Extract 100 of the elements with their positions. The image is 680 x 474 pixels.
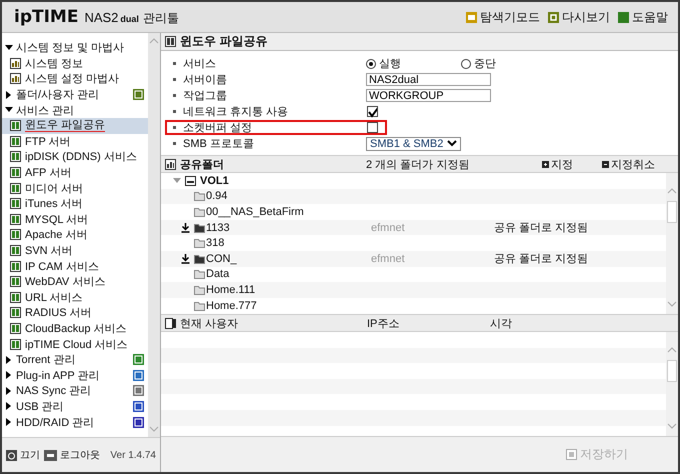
grid-icon [10, 260, 21, 272]
radio-button[interactable] [461, 58, 471, 68]
tree-row[interactable]: VOL1 [161, 173, 666, 189]
header-link[interactable]: 다시보기 [548, 8, 610, 26]
scrollbar[interactable] [148, 33, 160, 437]
scroll-thumb[interactable] [667, 201, 677, 223]
text-field[interactable]: NAS2dual [366, 73, 491, 86]
radio-option[interactable]: 중단 [461, 56, 556, 71]
plus-icon [542, 160, 549, 168]
tree-row[interactable]: Home.111 [161, 282, 666, 298]
grid-icon [10, 276, 21, 288]
grid-icon [10, 151, 21, 162]
tree-row[interactable]: 00__NAS_BetaFirm [161, 204, 666, 220]
sidebar-item[interactable]: FTP 서버 [2, 134, 148, 150]
grid-icon [10, 229, 21, 240]
setting-label: 서버이름 [183, 73, 228, 87]
sidebar-group[interactable]: 서비스 관리 [2, 102, 148, 118]
scrollbar[interactable] [666, 173, 678, 314]
refresh-icon [548, 12, 559, 22]
chart-icon [165, 158, 176, 170]
sidebar-item[interactable]: 윈도우 파일공유 [2, 118, 148, 134]
column-header: 시각 [490, 316, 512, 330]
grid-icon [10, 167, 21, 178]
scroll-up-icon [667, 187, 677, 195]
scroll-thumb[interactable] [667, 360, 677, 382]
sidebar-item[interactable]: URL 서비스 [2, 290, 148, 306]
sidebar-item[interactable]: 미디어 서버 [2, 180, 148, 196]
tree-row[interactable]: Home.777 [161, 298, 666, 314]
setting-label: 작업그룹 [183, 89, 228, 103]
column-header: 현재 사용자 [180, 316, 240, 330]
sidebar-item[interactable]: iTunes 서버 [2, 196, 148, 212]
sidebar-group[interactable]: 시스템 정보 및 마법사 [2, 40, 148, 56]
dropdown[interactable]: SMB1 & SMB2 [366, 136, 461, 150]
sidebar-item[interactable]: CloudBackup 서비스 [2, 320, 148, 336]
setting-label: 서비스 [183, 57, 217, 71]
folder-count: 2 개의 폴더가 지정됨 [366, 158, 470, 172]
scroll-down-icon [667, 300, 677, 308]
user-icon [165, 318, 177, 328]
expander-icon [5, 44, 13, 52]
column-header: IP주소 [367, 316, 400, 330]
grid-icon [10, 292, 21, 303]
sidebar-group[interactable]: NAS Sync 관리 [2, 383, 148, 399]
text-field[interactable]: WORKGROUP [366, 89, 491, 102]
grid-icon [165, 36, 176, 47]
header-action-link[interactable]: 지정 [542, 156, 602, 172]
checkbox[interactable] [367, 106, 378, 117]
group-icon [133, 370, 144, 381]
scroll-down-icon [667, 422, 677, 430]
sidebar-item[interactable]: Apache 서버 [2, 227, 148, 243]
radio-button[interactable] [366, 58, 376, 68]
scroll-up-icon [667, 346, 677, 354]
chart-icon [10, 58, 21, 69]
grid-icon [10, 136, 21, 147]
tree-row[interactable]: 318 [161, 235, 666, 251]
sidebar-item[interactable]: WebDAV 서비스 [2, 274, 148, 290]
scrollbar[interactable] [666, 332, 678, 436]
setting-label: 네트워크 휴지통 사용 [183, 105, 290, 119]
sidebar-group[interactable]: 폴더/사용자 관리 [2, 86, 148, 102]
sidebar-item[interactable]: RADIUS 서버 [2, 305, 148, 321]
sidebar-item[interactable]: 시스템 설정 마법사 [2, 71, 148, 87]
group-icon [133, 89, 144, 100]
tree-row[interactable]: Data [161, 266, 666, 282]
setting-label: 소켓버퍼 설정 [183, 121, 254, 135]
group-icon [133, 400, 144, 412]
section-title: 공유폴더 [180, 158, 225, 172]
logout-button[interactable]: 로그아웃 [44, 448, 100, 462]
radio-option[interactable]: 실행 [366, 56, 461, 71]
chart-icon [10, 73, 21, 84]
header-link[interactable]: 탐색기모드 [466, 8, 540, 26]
group-icon [133, 354, 144, 366]
chevron-down-icon [447, 140, 457, 147]
save-icon [566, 449, 577, 460]
logo: ipTIME [14, 7, 78, 27]
bullet-icon [173, 62, 176, 65]
group-icon [133, 416, 144, 428]
sidebar-item[interactable]: SVN 서버 [2, 242, 148, 258]
sidebar-item[interactable]: ipDISK (DDNS) 서비스 [2, 149, 148, 165]
model-suffix: dual [120, 14, 139, 24]
tree-row[interactable]: 0.94 [161, 188, 666, 204]
grid-icon [10, 307, 21, 318]
sidebar-group[interactable]: HDD/RAID 관리 [2, 414, 148, 430]
sidebar-group[interactable]: Torrent 관리 [2, 352, 148, 368]
grid-icon [10, 338, 21, 350]
minus-icon [602, 160, 609, 168]
header-action-link[interactable]: 지정취소 [602, 156, 662, 172]
sidebar-item[interactable]: 시스템 정보 [2, 56, 148, 72]
panel-title: 윈도우 파일공유 [180, 33, 268, 50]
power-off-button[interactable]: 끄기 [6, 448, 40, 462]
sidebar-group[interactable]: Plug-in APP 관리 [2, 367, 148, 384]
tree-row[interactable]: 1133 efmnet 공유 폴더로 지정됨 [161, 220, 666, 236]
tree-row[interactable]: CON_ efmnet 공유 폴더로 지정됨 [161, 250, 666, 267]
sidebar-item[interactable]: IP CAM 서비스 [2, 258, 148, 274]
sidebar-item[interactable]: ipTIME Cloud 서비스 [2, 336, 148, 352]
sidebar-group[interactable]: USB 관리 [2, 398, 148, 414]
sidebar-item[interactable]: MYSQL 서버 [2, 212, 148, 228]
sidebar-item[interactable]: AFP 서버 [2, 164, 148, 180]
grid-icon [10, 322, 21, 334]
grid-icon [10, 182, 21, 194]
checkbox[interactable] [367, 122, 378, 133]
header-link[interactable]: 도움말 [618, 8, 668, 26]
